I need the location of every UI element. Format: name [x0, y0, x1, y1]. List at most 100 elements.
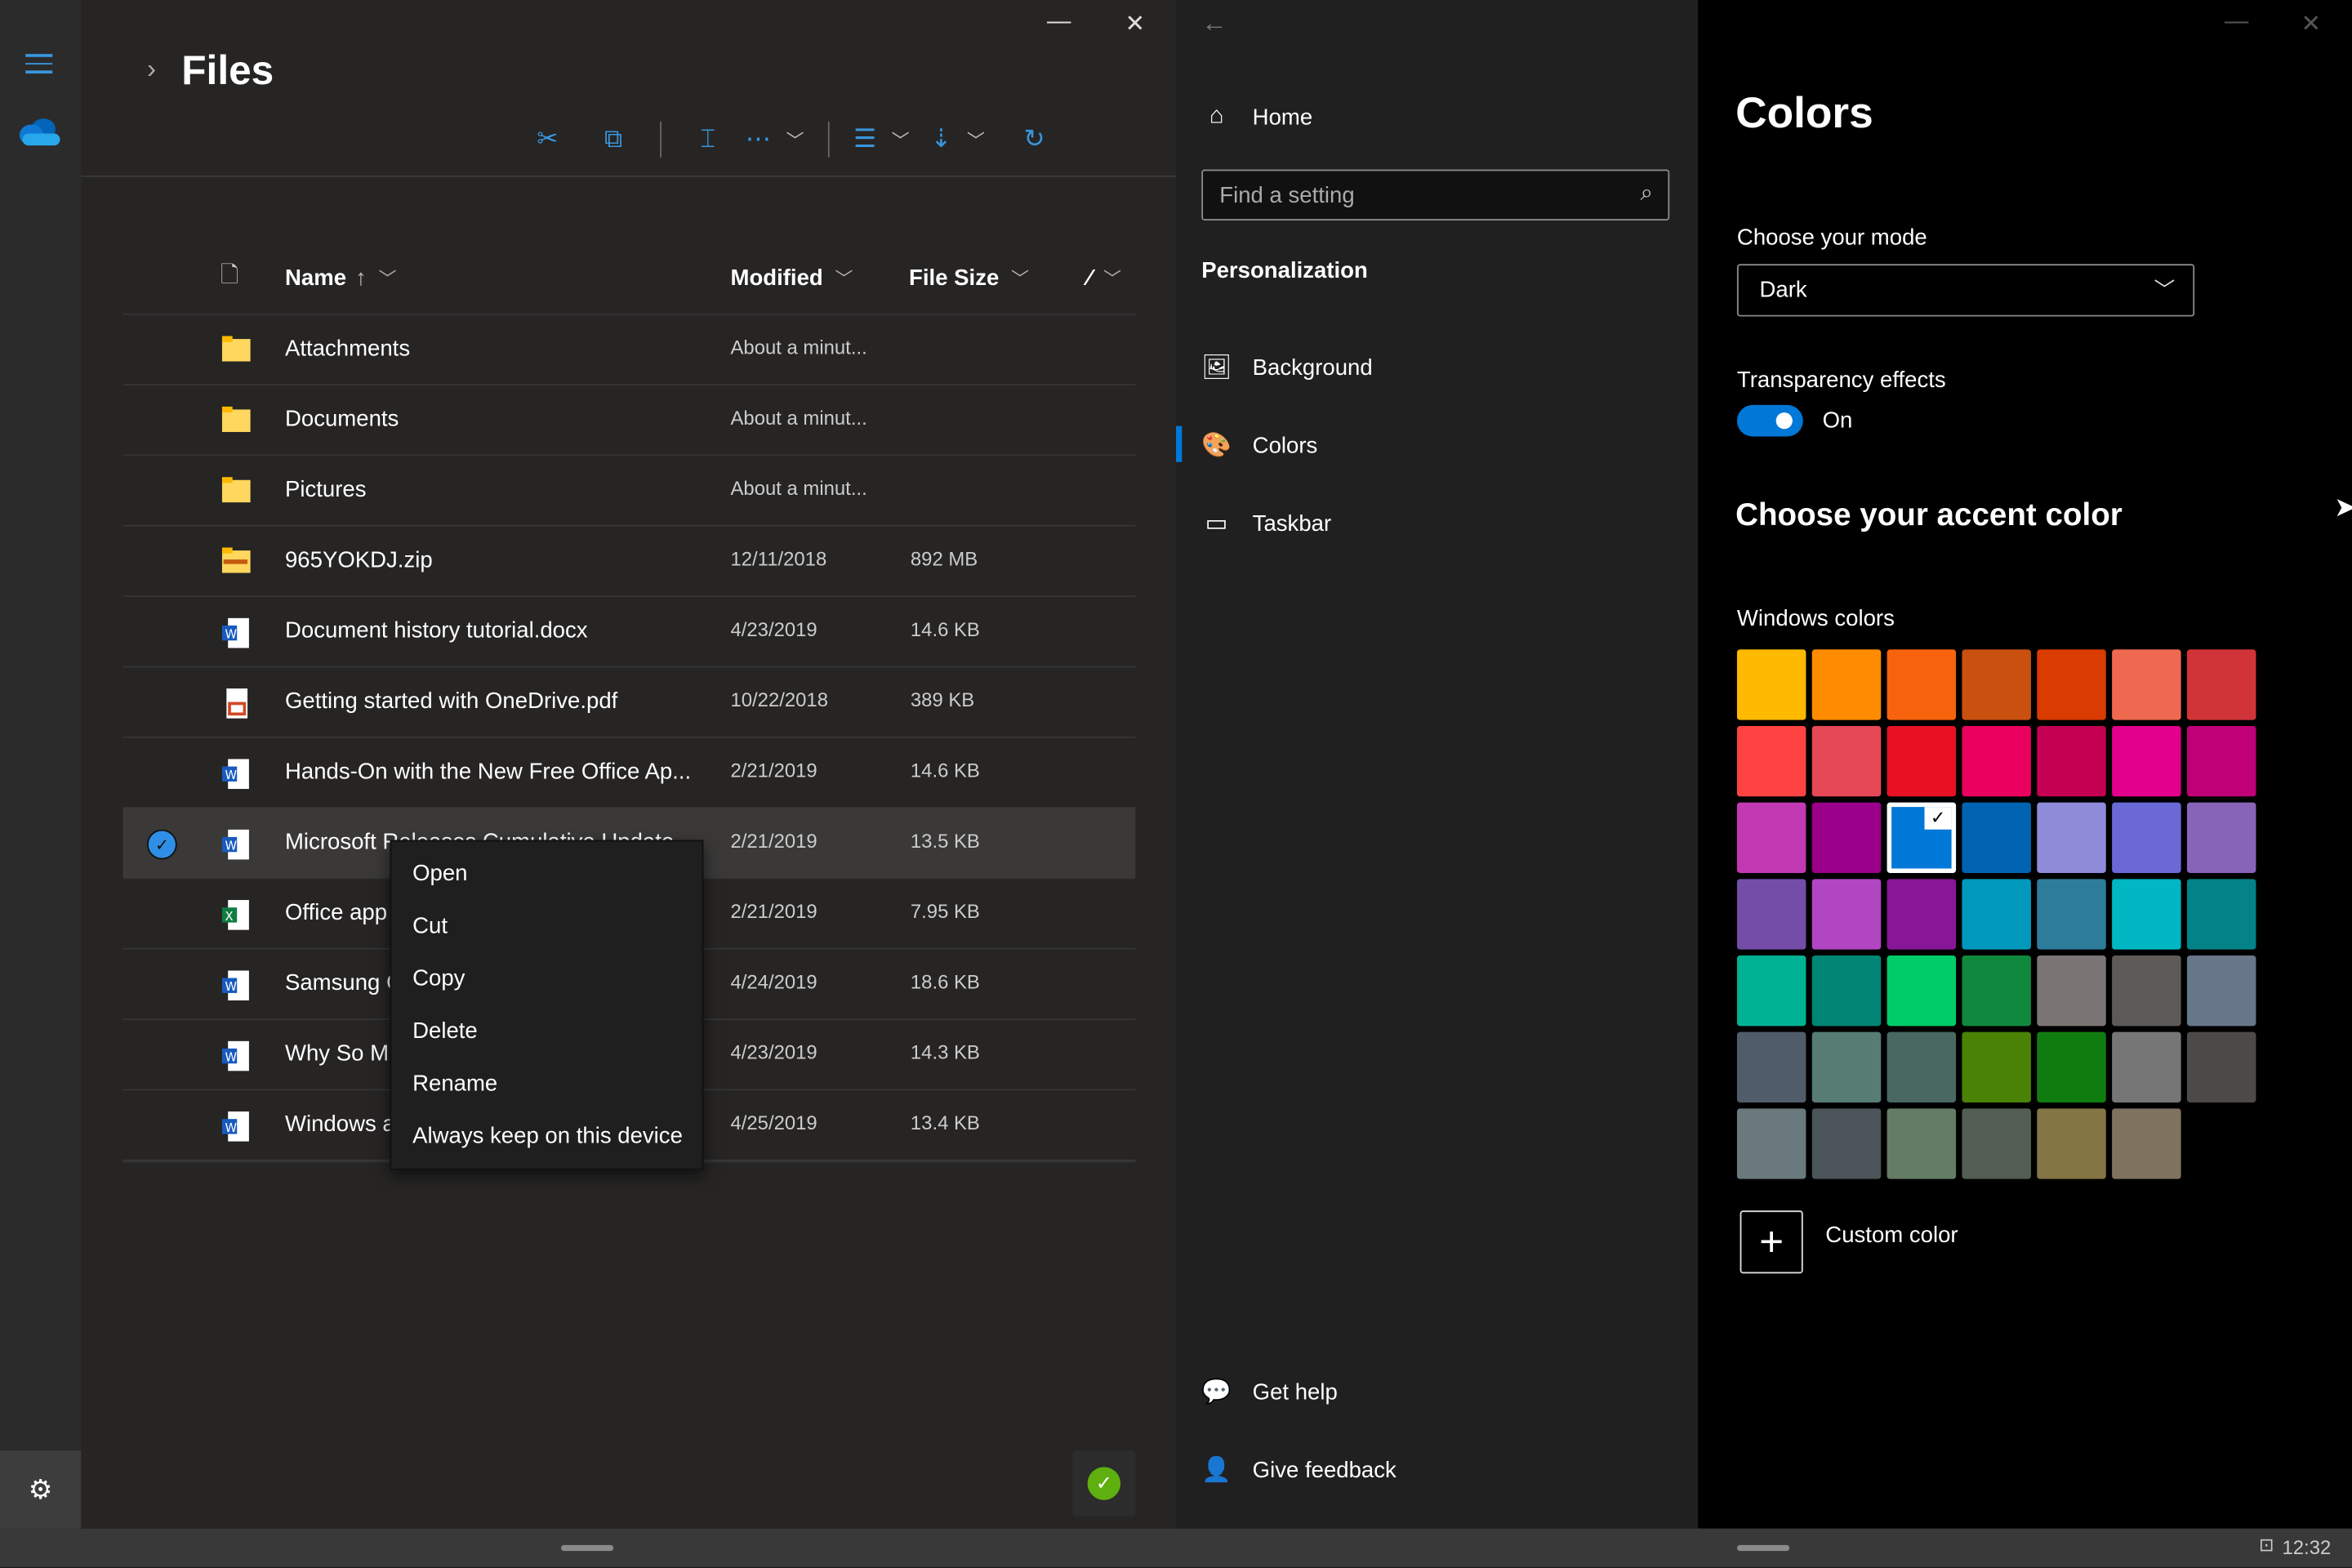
color-swatch[interactable] [1811, 879, 1882, 950]
modified-column-header[interactable]: Modified ﹀ [730, 258, 853, 297]
transparency-toggle[interactable] [1736, 404, 1803, 437]
context-menu-item[interactable]: Always keep on this device [391, 1110, 702, 1162]
color-swatch[interactable] [1962, 955, 2031, 1027]
window-handle[interactable] [560, 1544, 614, 1552]
custom-color-label[interactable]: Custom color [1825, 1223, 1958, 1248]
mode-dropdown[interactable]: Dark ﹀ [1736, 264, 2195, 317]
selected-check-icon[interactable]: ✓ [146, 829, 177, 860]
minimize-button[interactable]: — [1047, 9, 1071, 36]
window-handle[interactable] [1736, 1544, 1790, 1552]
file-row[interactable]: W Document history tutorial.docx 4/23/2019… [122, 595, 1136, 666]
color-swatch[interactable] [1962, 1108, 2031, 1179]
get-help-link[interactable]: 💬 Get help [1201, 1377, 1338, 1407]
color-swatch[interactable] [1736, 725, 1806, 797]
close-button[interactable]: ✕ [1125, 9, 1146, 39]
minimize-button[interactable]: — [2225, 9, 2248, 36]
color-swatch[interactable] [1811, 649, 1882, 720]
color-swatch[interactable] [2112, 879, 2181, 950]
color-swatch[interactable] [2186, 879, 2256, 950]
color-swatch[interactable] [2112, 725, 2181, 797]
color-swatch[interactable] [2112, 955, 2181, 1027]
give-feedback-link[interactable]: 👤 Give feedback [1201, 1455, 1396, 1486]
color-swatch[interactable] [1736, 955, 1806, 1027]
color-swatch[interactable] [1736, 649, 1806, 720]
color-swatch[interactable] [1886, 725, 1957, 797]
color-swatch[interactable] [1811, 725, 1882, 797]
color-swatch[interactable] [1736, 802, 1806, 873]
hamburger-menu-icon[interactable] [25, 48, 53, 79]
rename-icon[interactable]: ⌶ [685, 117, 730, 162]
view-list-icon: ☰ [853, 124, 877, 154]
nav-colors[interactable]: 🎨 Colors [1201, 430, 1317, 461]
color-swatch[interactable] [1886, 1031, 1957, 1102]
refresh-icon[interactable]: ↻ [1012, 117, 1057, 162]
tray-icon[interactable]: ⊡ [2259, 1535, 2274, 1556]
color-swatch[interactable] [2112, 802, 2181, 873]
color-swatch[interactable] [1886, 1108, 1957, 1179]
sort-button[interactable]: ⇣ ﹀ [930, 117, 985, 162]
context-menu-item[interactable]: Copy [391, 952, 702, 1004]
context-menu-item[interactable]: Delete [391, 1005, 702, 1058]
color-swatch[interactable] [1736, 879, 1806, 950]
color-swatch[interactable] [2186, 649, 2256, 720]
file-row[interactable]: Getting started with OneDrive.pdf 10/22/2… [122, 666, 1136, 737]
settings-button[interactable]: ⚙ [0, 1450, 82, 1529]
more-options-button[interactable]: ⋯ ﹀ [746, 117, 804, 162]
color-swatch[interactable] [2112, 1031, 2181, 1102]
color-swatch[interactable] [2037, 879, 2106, 950]
file-row[interactable]: Attachments About a minut... [122, 313, 1136, 384]
color-swatch[interactable] [2037, 955, 2106, 1027]
nav-taskbar[interactable]: ▭ Taskbar [1201, 509, 1331, 539]
onedrive-cloud-icon[interactable] [19, 117, 61, 147]
file-size-column-header[interactable]: File Size ﹀ [909, 258, 1029, 297]
color-swatch[interactable] [2037, 649, 2106, 720]
color-swatch[interactable] [2037, 725, 2106, 797]
color-swatch[interactable] [1962, 1031, 2031, 1102]
context-menu-item[interactable]: Cut [391, 900, 702, 952]
color-swatch[interactable] [1811, 1031, 1882, 1102]
file-row[interactable]: Documents About a minut... [122, 384, 1136, 454]
color-swatch[interactable] [1886, 955, 1957, 1027]
color-swatch[interactable] [1736, 1108, 1806, 1179]
back-arrow-icon[interactable]: ← [1201, 9, 1227, 39]
view-options-button[interactable]: ☰ ﹀ [853, 117, 909, 162]
custom-color-button[interactable]: + [1740, 1210, 1803, 1274]
copy-icon[interactable]: ⧉ [591, 117, 636, 162]
color-swatch[interactable] [2112, 649, 2181, 720]
color-swatch[interactable] [2186, 725, 2256, 797]
color-swatch[interactable] [2037, 1108, 2106, 1179]
context-menu-item[interactable]: Open [391, 848, 702, 900]
color-swatch[interactable] [1886, 649, 1957, 720]
color-swatch[interactable] [1962, 725, 2031, 797]
sync-ok-icon: ✓ [1087, 1467, 1121, 1500]
color-swatch[interactable] [2186, 955, 2256, 1027]
extra-column-header[interactable]: ⁄ ﹀ [1088, 258, 1121, 297]
context-menu-item[interactable]: Rename [391, 1058, 702, 1110]
file-row[interactable]: 965YOKDJ.zip 12/11/2018 892 MB [122, 524, 1136, 595]
color-swatch[interactable] [1811, 802, 1882, 873]
sync-status-button[interactable]: ✓ [1072, 1450, 1136, 1517]
name-column-header[interactable]: Name ↑ ﹀ [285, 258, 397, 297]
file-row[interactable]: W Hands-On with the New Free Office Ap...… [122, 736, 1136, 807]
color-swatch[interactable] [2037, 1031, 2106, 1102]
find-setting-input[interactable]: Find a setting ⌕ [1201, 169, 1670, 220]
color-swatch[interactable] [1962, 879, 2031, 950]
cut-icon[interactable]: ✂ [525, 117, 570, 162]
nav-background[interactable]: 🖼 Background [1201, 353, 1373, 383]
color-swatch[interactable]: ✓ [1886, 802, 1957, 873]
file-type-column-header[interactable]: 🗋 [220, 258, 238, 297]
close-button[interactable]: ✕ [2301, 9, 2322, 39]
color-swatch[interactable] [2112, 1108, 2181, 1179]
color-swatch[interactable] [1886, 879, 1957, 950]
color-swatch[interactable] [2186, 802, 2256, 873]
breadcrumb-chevron-icon[interactable]: › [147, 54, 156, 86]
color-swatch[interactable] [2186, 1031, 2256, 1102]
color-swatch[interactable] [1811, 955, 1882, 1027]
file-row[interactable]: Pictures About a minut... [122, 454, 1136, 525]
color-swatch[interactable] [1736, 1031, 1806, 1102]
nav-home[interactable]: ⌂ Home [1201, 104, 1312, 131]
color-swatch[interactable] [1962, 649, 2031, 720]
color-swatch[interactable] [1811, 1108, 1882, 1179]
color-swatch[interactable] [2037, 802, 2106, 873]
color-swatch[interactable] [1962, 802, 2031, 873]
